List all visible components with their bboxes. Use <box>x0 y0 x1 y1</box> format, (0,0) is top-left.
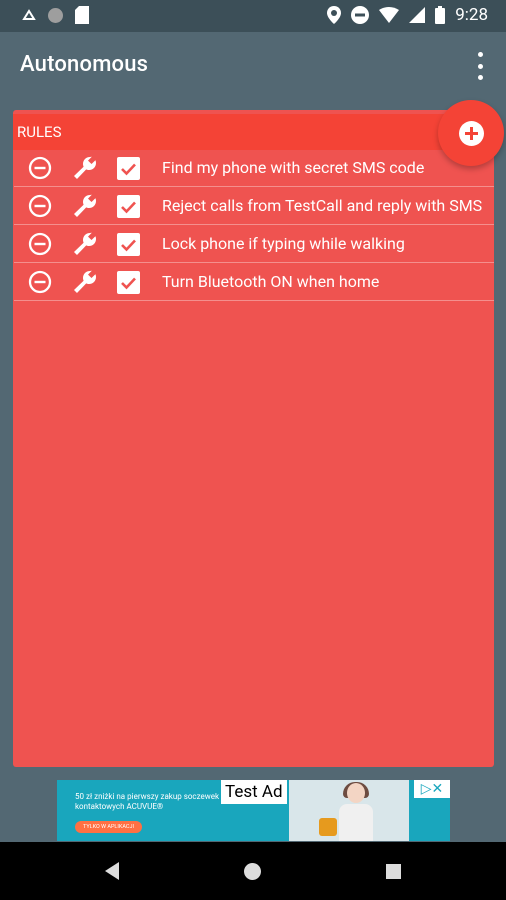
wrench-icon[interactable] <box>71 192 99 220</box>
home-icon[interactable] <box>244 863 261 880</box>
remove-rule-icon[interactable] <box>28 156 52 180</box>
system-nav-bar <box>0 842 506 900</box>
back-icon[interactable] <box>105 862 119 880</box>
rule-enabled-checkbox[interactable] <box>117 195 140 218</box>
recent-apps-icon[interactable] <box>386 864 401 879</box>
rule-enabled-checkbox[interactable] <box>117 271 140 294</box>
rules-header: RULES <box>13 114 494 150</box>
rule-row[interactable]: Find my phone with secret SMS code <box>14 150 494 187</box>
ad-image-bag <box>319 818 337 836</box>
remove-rule-icon[interactable] <box>28 270 52 294</box>
app-bar: Autonomous <box>0 32 506 100</box>
rule-row[interactable]: Turn Bluetooth ON when home <box>14 264 494 301</box>
location-icon <box>327 6 342 24</box>
ad-close-icon[interactable]: ▷✕ <box>414 780 450 798</box>
remove-rule-icon[interactable] <box>28 232 52 256</box>
overflow-menu-icon[interactable] <box>472 52 488 80</box>
add-icon <box>458 120 484 146</box>
rule-label: Lock phone if typing while walking <box>162 234 405 253</box>
rule-enabled-checkbox[interactable] <box>117 233 140 256</box>
wifi-icon <box>379 7 400 23</box>
rule-label: Reject calls from TestCall and reply wit… <box>162 196 483 215</box>
battery-icon <box>435 6 446 24</box>
ad-banner[interactable]: 50 zł zniżki na pierwszy zakup soczewek … <box>57 780 450 841</box>
remove-rule-icon[interactable] <box>28 194 52 218</box>
do-not-disturb-icon <box>351 6 370 24</box>
wrench-icon[interactable] <box>71 154 99 182</box>
ad-cta-button[interactable]: TYLKO W APLIKACJI <box>75 821 142 833</box>
test-ad-label: Test Ad <box>221 780 287 804</box>
rule-label: Find my phone with secret SMS code <box>162 158 425 177</box>
ad-image-face <box>347 783 365 803</box>
status-bar: 9:28 <box>0 0 506 32</box>
rules-header-label: RULES <box>17 123 62 141</box>
clock: 9:28 <box>455 5 488 25</box>
rule-label: Turn Bluetooth ON when home <box>162 272 380 291</box>
rule-row[interactable]: Reject calls from TestCall and reply wit… <box>14 188 494 225</box>
rule-row[interactable]: Lock phone if typing while walking <box>14 226 494 263</box>
app-title: Autonomous <box>20 52 149 77</box>
ad-image-figure <box>339 804 373 841</box>
sd-card-icon <box>75 6 89 24</box>
wrench-icon[interactable] <box>71 230 99 258</box>
notification-icon <box>22 9 36 20</box>
circle-icon <box>48 7 63 23</box>
signal-icon <box>409 7 426 23</box>
wrench-icon[interactable] <box>71 268 99 296</box>
ad-copy: 50 zł zniżki na pierwszy zakup soczewek … <box>75 792 220 811</box>
rule-enabled-checkbox[interactable] <box>117 157 140 180</box>
